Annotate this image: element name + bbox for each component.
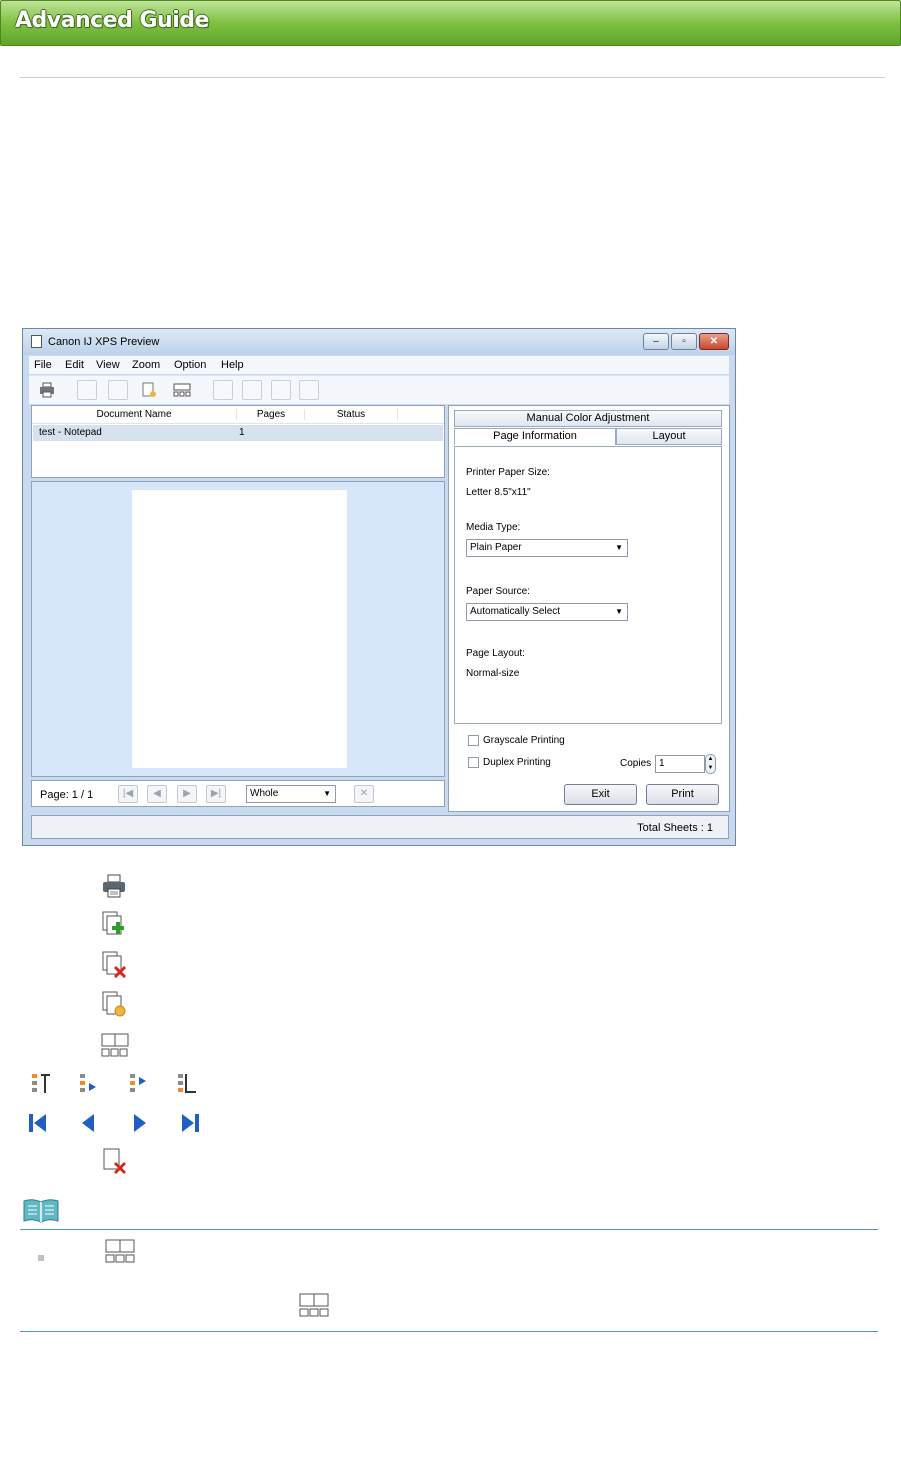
toolbar-print-button[interactable] xyxy=(37,380,57,400)
grayscale-label: Grayscale Printing xyxy=(483,735,565,746)
chevron-down-icon: ▼ xyxy=(323,789,331,798)
note-top-divider xyxy=(20,1229,878,1230)
column-document-name[interactable]: Document Name xyxy=(32,409,236,420)
menu-option[interactable]: Option xyxy=(174,359,206,371)
zoom-select[interactable]: Whole ▼ xyxy=(246,785,336,803)
media-type-value: Plain Paper xyxy=(470,542,522,553)
printer-paper-size-label: Printer Paper Size: xyxy=(466,467,550,478)
paper-source-label: Paper Source: xyxy=(466,586,530,597)
menu-zoom[interactable]: Zoom xyxy=(132,359,160,371)
toolbar xyxy=(29,375,729,404)
document-name: test - Notepad xyxy=(39,427,102,438)
paper-source-select[interactable]: Automatically Select ▼ xyxy=(466,603,628,621)
menu-file[interactable]: File xyxy=(34,359,52,371)
page-information-pane: Printer Paper Size: Letter 8.5"x11" Medi… xyxy=(454,446,722,724)
copies-label: Copies xyxy=(620,758,652,769)
note-bottom-divider xyxy=(20,1331,878,1332)
previous-page-icon xyxy=(76,1111,100,1135)
preview-area xyxy=(31,481,445,777)
page-preview xyxy=(132,490,347,768)
status-bar: Total Sheets : 1 xyxy=(31,815,729,839)
thumbnail-view-icon xyxy=(104,1237,136,1265)
reset-settings-icon xyxy=(100,990,128,1018)
divider xyxy=(20,77,885,78)
guide-header-banner: Advanced Guide xyxy=(0,0,901,46)
page-indicator: Page: 1 / 1 xyxy=(40,789,94,801)
tab-layout[interactable]: Layout xyxy=(616,428,722,445)
toolbar-thumbnail-button[interactable] xyxy=(171,380,191,400)
note-bullet xyxy=(38,1255,44,1261)
paper-source-value: Automatically Select xyxy=(470,606,561,617)
copies-input[interactable]: 1 xyxy=(655,755,705,773)
document-list-header: Document Name Pages Status xyxy=(32,406,444,424)
toolbar-delete-button[interactable] xyxy=(108,380,128,400)
app-icon xyxy=(31,335,42,348)
toolbar-move-top-button[interactable] xyxy=(213,380,233,400)
delete-document-icon xyxy=(100,950,128,978)
zoom-select-value: Whole xyxy=(250,788,279,799)
toolbar-move-down-button[interactable] xyxy=(271,380,291,400)
settings-panel: Manual Color Adjustment Page Information… xyxy=(448,405,730,812)
chevron-down-icon: ▼ xyxy=(615,607,623,616)
window-titlebar: Canon IJ XPS Preview – ▫ ✕ xyxy=(23,329,735,355)
last-page-button[interactable]: ▶| xyxy=(206,785,226,803)
close-button[interactable]: ✕ xyxy=(699,333,729,350)
toolbar-move-bottom-button[interactable] xyxy=(299,380,319,400)
copies-stepper[interactable]: ▲ ▼ xyxy=(705,754,716,774)
thumbnail-view-icon xyxy=(100,1031,130,1059)
print-button[interactable]: Print xyxy=(646,784,719,805)
duplex-checkbox[interactable] xyxy=(468,757,479,768)
window-title: Canon IJ XPS Preview xyxy=(48,336,160,348)
menu-help[interactable]: Help xyxy=(221,359,244,371)
column-status[interactable]: Status xyxy=(304,409,398,420)
page-navigation-bar: Page: 1 / 1 |◀ ◀ ▶ ▶| Whole ▼ ✕ xyxy=(31,780,445,807)
page-layout-value: Normal-size xyxy=(466,668,520,679)
copies-value: 1 xyxy=(659,758,665,769)
first-page-button[interactable]: |◀ xyxy=(118,785,138,803)
duplex-label: Duplex Printing xyxy=(483,757,551,768)
move-up-icon xyxy=(78,1071,100,1099)
menu-view[interactable]: View xyxy=(96,359,120,371)
document-list: Document Name Pages Status test - Notepa… xyxy=(31,405,445,478)
toolbar-reset-button[interactable] xyxy=(139,380,159,400)
add-document-icon xyxy=(100,910,128,938)
media-type-select[interactable]: Plain Paper ▼ xyxy=(466,539,628,557)
next-page-icon xyxy=(128,1111,152,1135)
page-layout-label: Page Layout: xyxy=(466,648,525,659)
delete-page-button[interactable]: ✕ xyxy=(354,785,374,803)
total-sheets: Total Sheets : 1 xyxy=(637,822,713,834)
previous-page-button[interactable]: ◀ xyxy=(147,785,167,803)
preview-window: Canon IJ XPS Preview – ▫ ✕ File Edit Vie… xyxy=(22,328,736,846)
thumbnail-view-icon xyxy=(298,1291,330,1319)
note-icon xyxy=(22,1198,60,1224)
menu-edit[interactable]: Edit xyxy=(65,359,84,371)
toolbar-move-up-button[interactable] xyxy=(242,380,262,400)
last-page-icon xyxy=(178,1111,202,1135)
first-page-icon xyxy=(26,1111,50,1135)
chevron-down-icon: ▼ xyxy=(615,543,623,552)
tab-page-information[interactable]: Page Information xyxy=(454,428,616,445)
move-top-icon xyxy=(30,1071,52,1099)
media-type-label: Media Type: xyxy=(466,522,521,533)
column-pages[interactable]: Pages xyxy=(236,409,305,420)
printer-paper-size-value: Letter 8.5"x11" xyxy=(466,487,531,498)
minimize-button[interactable]: – xyxy=(643,333,669,350)
tab-manual-color-adjustment[interactable]: Manual Color Adjustment xyxy=(454,410,722,427)
document-pages: 1 xyxy=(239,427,245,438)
menu-bar: File Edit View Zoom Option Help xyxy=(29,356,729,374)
grayscale-checkbox[interactable] xyxy=(468,735,479,746)
delete-page-icon xyxy=(100,1147,128,1175)
print-icon xyxy=(100,872,128,900)
next-page-button[interactable]: ▶ xyxy=(177,785,197,803)
toolbar-add-button[interactable] xyxy=(77,380,97,400)
exit-button[interactable]: Exit xyxy=(564,784,637,805)
guide-header-title: Advanced Guide xyxy=(15,8,209,33)
move-down-icon xyxy=(128,1071,150,1099)
maximize-button[interactable]: ▫ xyxy=(671,333,697,350)
document-row[interactable]: test - Notepad 1 xyxy=(33,425,443,441)
move-bottom-icon xyxy=(176,1071,198,1099)
